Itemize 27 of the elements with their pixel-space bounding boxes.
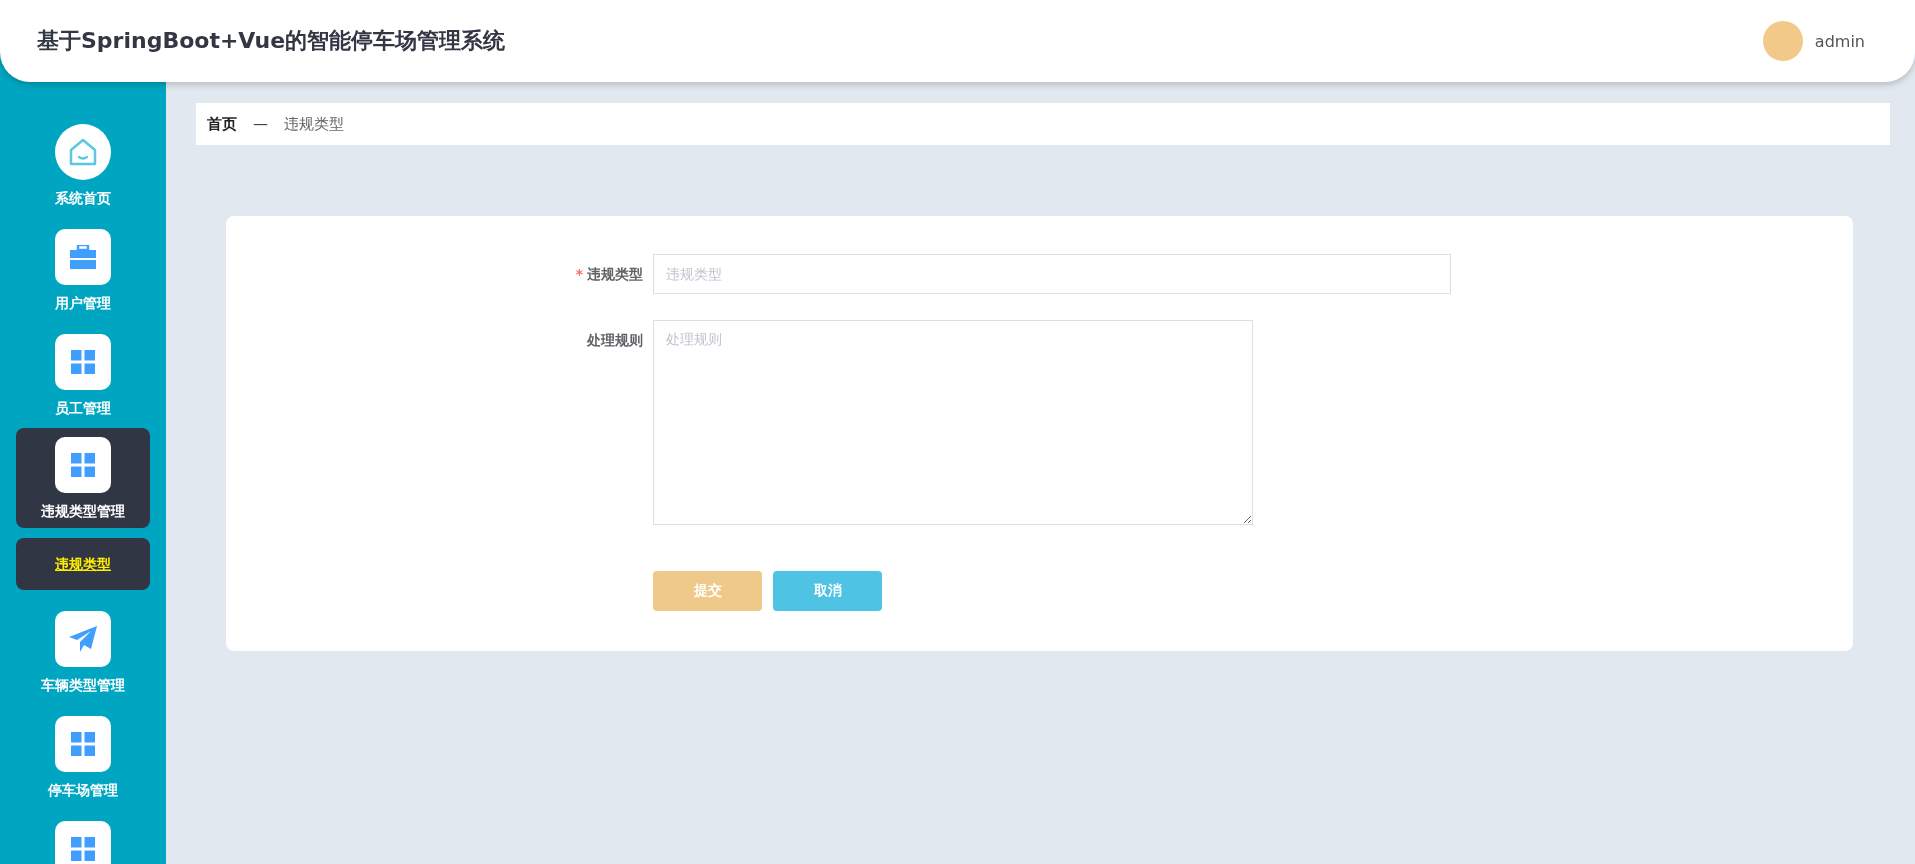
system-title: 基于SpringBoot+Vue的智能停车场管理系统 bbox=[37, 27, 506, 55]
required-mark: * bbox=[575, 265, 583, 284]
briefcase-icon bbox=[70, 245, 96, 269]
grid-icon bbox=[71, 837, 95, 861]
textarea-field[interactable]: 处理规则 bbox=[653, 320, 1253, 525]
paper-plane-icon bbox=[69, 626, 97, 652]
cancel-button[interactable]: 取消 bbox=[773, 571, 882, 611]
submit-button[interactable]: 提交 bbox=[653, 571, 762, 611]
grid-icon bbox=[71, 453, 95, 477]
user-name[interactable]: admin bbox=[1814, 31, 1865, 51]
input-field[interactable]: 违规类型 bbox=[653, 254, 1451, 294]
breadcrumb-separator: — bbox=[253, 115, 268, 133]
menu-item[interactable]: 停车场管理 bbox=[16, 716, 150, 800]
breadcrumb-item: 违规类型 bbox=[284, 114, 344, 134]
grid-icon bbox=[71, 350, 95, 374]
field-label: 违规类型 bbox=[587, 265, 643, 284]
submenu-item[interactable]: 违规类型 bbox=[16, 538, 150, 590]
grid-icon bbox=[71, 732, 95, 756]
user-avatar[interactable] bbox=[1762, 21, 1803, 61]
submenu-label[interactable]: 违规类型 bbox=[55, 554, 111, 574]
field-label: 处理规则 bbox=[587, 331, 643, 350]
menu-item[interactable]: 违规类型管理 bbox=[16, 428, 150, 528]
menu-item[interactable]: 系统首页 bbox=[16, 124, 150, 208]
breadcrumb-item[interactable]: 首页 bbox=[207, 114, 237, 134]
menu-item[interactable]: 用户管理 bbox=[16, 229, 150, 313]
menu-item[interactable]: 员工管理 bbox=[16, 334, 150, 418]
menu-item[interactable]: 车辆类型管理 bbox=[16, 611, 150, 695]
